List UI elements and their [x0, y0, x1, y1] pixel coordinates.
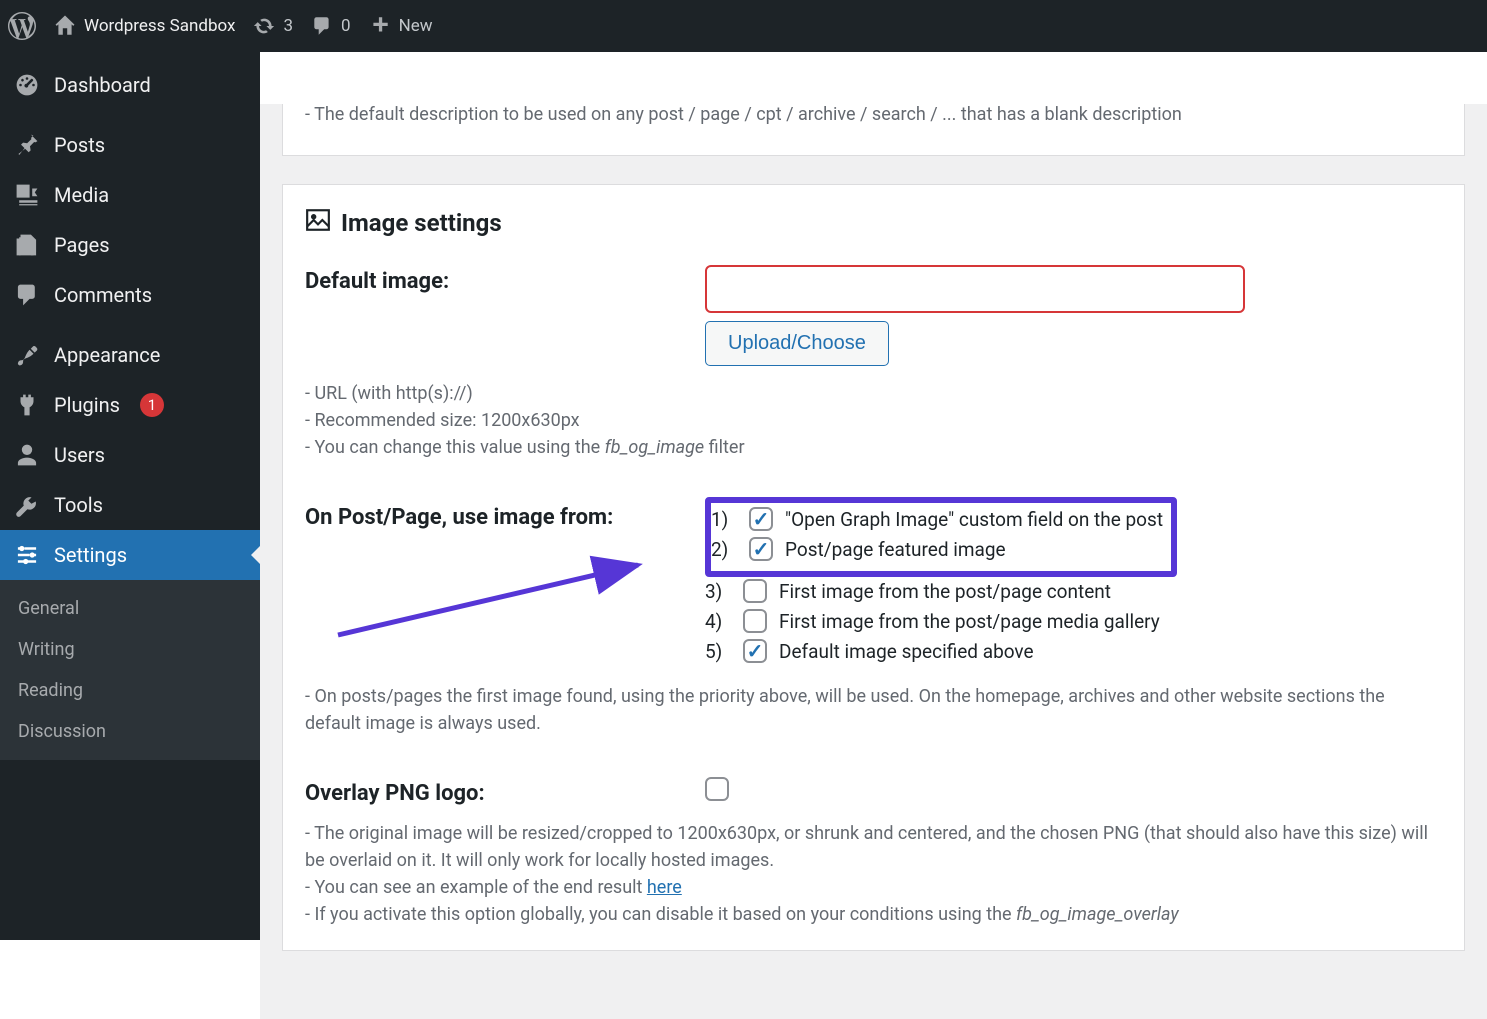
priority-checkbox[interactable] — [743, 579, 767, 603]
plugins-update-badge: 1 — [140, 393, 164, 417]
default-image-help: - URL (with http(s)://) - Recommended si… — [305, 380, 1442, 461]
priority-help: - On posts/pages the first image found, … — [305, 683, 1442, 737]
sidebar-item-label: Tools — [54, 493, 103, 517]
updates-link[interactable]: 3 — [253, 15, 293, 37]
sidebar-item-label: Users — [54, 443, 105, 467]
brush-icon — [14, 342, 40, 368]
priority-label: Default image specified above — [779, 640, 1034, 663]
description-settings-card: - The default description to be used on … — [282, 104, 1465, 156]
image-settings-card: Image settings Default image: Upload/Cho… — [282, 184, 1465, 951]
site-name: Wordpress Sandbox — [84, 16, 235, 36]
sidebar-item-comments[interactable]: Comments — [0, 270, 260, 320]
main-content: - The default description to be used on … — [260, 104, 1487, 1019]
default-image-input[interactable] — [705, 265, 1245, 313]
dashboard-icon — [14, 72, 40, 98]
settings-submenu: General Writing Reading Discussion — [0, 580, 260, 760]
priority-option: 3) First image from the post/page content — [705, 579, 1442, 603]
sidebar-item-label: Appearance — [54, 343, 160, 367]
submenu-general[interactable]: General — [0, 588, 260, 629]
admin-sidebar: Dashboard Posts Media Pages Comments App… — [0, 52, 260, 940]
sidebar-item-label: Dashboard — [54, 73, 151, 97]
priority-option: 5) Default image specified above — [705, 639, 1442, 663]
default-description-help: - The default description to be used on … — [305, 104, 1442, 125]
priority-label: "Open Graph Image" custom field on the p… — [785, 508, 1163, 531]
priority-number: 3) — [705, 580, 731, 603]
new-label: New — [399, 16, 433, 36]
image-icon — [305, 207, 331, 239]
sidebar-item-label: Posts — [54, 133, 105, 157]
sliders-icon — [14, 542, 40, 568]
sidebar-item-appearance[interactable]: Appearance — [0, 330, 260, 380]
priority-option: 2) Post/page featured image — [711, 537, 1163, 561]
site-home-link[interactable]: Wordpress Sandbox — [54, 15, 235, 37]
priority-label: First image from the post/page content — [779, 580, 1111, 603]
priority-number: 2) — [711, 538, 737, 561]
new-content-link[interactable]: New — [369, 15, 433, 37]
pages-icon — [14, 232, 40, 258]
comments-link[interactable]: 0 — [311, 15, 351, 37]
sidebar-item-settings[interactable]: Settings — [0, 530, 260, 580]
sidebar-item-users[interactable]: Users — [0, 430, 260, 480]
priority-checkbox[interactable] — [749, 537, 773, 561]
sidebar-item-label: Pages — [54, 233, 110, 257]
priority-number: 5) — [705, 640, 731, 663]
sidebar-item-label: Comments — [54, 283, 152, 307]
sidebar-item-tools[interactable]: Tools — [0, 480, 260, 530]
priority-checkbox[interactable] — [743, 609, 767, 633]
default-image-label: Default image: — [305, 265, 705, 294]
overlay-checkbox[interactable] — [705, 777, 729, 801]
submenu-discussion[interactable]: Discussion — [0, 711, 260, 752]
sidebar-item-pages[interactable]: Pages — [0, 220, 260, 270]
sidebar-item-label: Settings — [54, 543, 127, 567]
comments-icon — [14, 282, 40, 308]
image-priority-list: 1) "Open Graph Image" custom field on the… — [705, 501, 1442, 669]
sidebar-item-plugins[interactable]: Plugins 1 — [0, 380, 260, 430]
sidebar-item-label: Media — [54, 183, 109, 207]
sidebar-item-posts[interactable]: Posts — [0, 120, 260, 170]
upload-choose-button[interactable]: Upload/Choose — [705, 321, 889, 366]
updates-count: 3 — [283, 16, 293, 36]
pin-icon — [14, 132, 40, 158]
overlay-png-label: Overlay PNG logo: — [305, 777, 705, 806]
media-icon — [14, 182, 40, 208]
sidebar-item-dashboard[interactable]: Dashboard — [0, 60, 260, 110]
overlay-help: - The original image will be resized/cro… — [305, 820, 1442, 928]
priority-number: 1) — [711, 508, 737, 531]
priority-option: 4) First image from the post/page media g… — [705, 609, 1442, 633]
wrench-icon — [14, 492, 40, 518]
plug-icon — [14, 392, 40, 418]
priority-label: First image from the post/page media gal… — [779, 610, 1160, 633]
comments-count: 0 — [341, 16, 351, 36]
priority-number: 4) — [705, 610, 731, 633]
admin-bar: Wordpress Sandbox 3 0 New — [0, 0, 1487, 52]
submenu-reading[interactable]: Reading — [0, 670, 260, 711]
overlay-example-link[interactable]: here — [647, 877, 682, 898]
sidebar-item-media[interactable]: Media — [0, 170, 260, 220]
user-icon — [14, 442, 40, 468]
priority-option: 1) "Open Graph Image" custom field on the… — [711, 507, 1163, 531]
priority-checkbox[interactable] — [749, 507, 773, 531]
priority-checkbox[interactable] — [743, 639, 767, 663]
section-title: Image settings — [341, 209, 502, 237]
image-settings-header: Image settings — [305, 207, 1442, 239]
sidebar-item-label: Plugins — [54, 393, 120, 417]
priority-label: Post/page featured image — [785, 538, 1006, 561]
on-post-image-label: On Post/Page, use image from: — [305, 501, 705, 530]
wp-logo[interactable] — [8, 12, 36, 40]
submenu-writing[interactable]: Writing — [0, 629, 260, 670]
annotation-highlight-box: 1) "Open Graph Image" custom field on the… — [705, 497, 1177, 577]
